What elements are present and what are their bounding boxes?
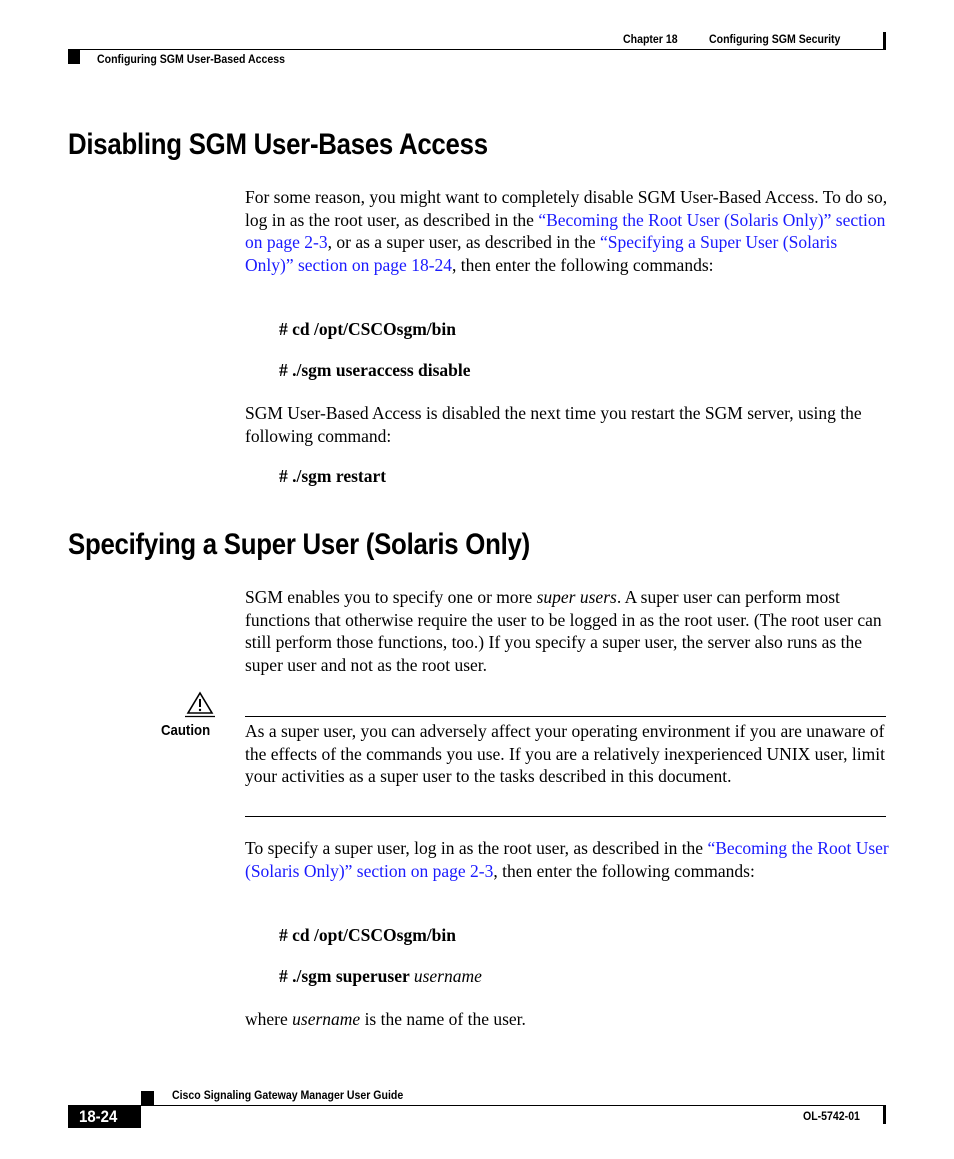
command-cd: # cd /opt/CSCOsgm/bin [279, 319, 456, 339]
text: , then enter the following commands: [493, 860, 755, 881]
command-superuser: # ./sgm superuser username [279, 966, 482, 987]
command-useraccess-disable: # ./sgm useraccess disable [279, 360, 471, 380]
caution-top-rule [245, 716, 886, 717]
paragraph-specify-super-user: To specify a super user, log in as the r… [245, 837, 890, 882]
footer-guide-title: Cisco Signaling Gateway Manager User Gui… [172, 1088, 404, 1102]
header-section: Configuring SGM User-Based Access [97, 52, 285, 66]
header-chapter: Chapter 18 [623, 32, 678, 46]
text: , then enter the following commands: [452, 254, 714, 275]
text: is the name of the user. [360, 1009, 526, 1029]
paragraph-where: where username is the name of the user. [245, 1008, 890, 1031]
emphasis-super-users: super users [536, 587, 617, 607]
section-heading-disabling: Disabling SGM User-Bases Access [68, 128, 488, 161]
emphasis-username: username [292, 1009, 361, 1029]
command-cd-2: # cd /opt/CSCOsgm/bin [279, 925, 456, 945]
footer-doc-id: OL-5742-01 [803, 1109, 860, 1123]
command-text: # ./sgm superuser [279, 966, 414, 986]
caution-text: As a super user, you can adversely affec… [245, 721, 885, 787]
caution-bottom-rule [245, 816, 886, 817]
header-rule [68, 49, 886, 50]
text: where [245, 1009, 293, 1029]
paragraph-super-user-intro: SGM enables you to specify one or more s… [245, 586, 890, 676]
header-right-bar [883, 32, 886, 50]
paragraph-disable-intro: For some reason, you might want to compl… [245, 186, 890, 276]
caution-label: Caution [161, 722, 211, 739]
footer-rule [68, 1105, 886, 1106]
text: To specify a super user, log in as the r… [245, 838, 708, 858]
footer-block [141, 1091, 154, 1105]
header-chapter-title: Configuring SGM Security [709, 32, 841, 46]
header-left-block [68, 50, 80, 64]
command-argument: username [413, 966, 482, 986]
paragraph-restart: SGM User-Based Access is disabled the ne… [245, 403, 862, 446]
text: , or as a super user, as described in th… [327, 232, 601, 253]
section-heading-super-user: Specifying a Super User (Solaris Only) [68, 528, 530, 561]
footer-right-bar [883, 1106, 886, 1124]
text: SGM enables you to specify one or more [245, 587, 537, 607]
caution-icon [185, 690, 215, 718]
command-restart: # ./sgm restart [279, 466, 387, 486]
footer-page-number: 18-24 [79, 1107, 118, 1126]
